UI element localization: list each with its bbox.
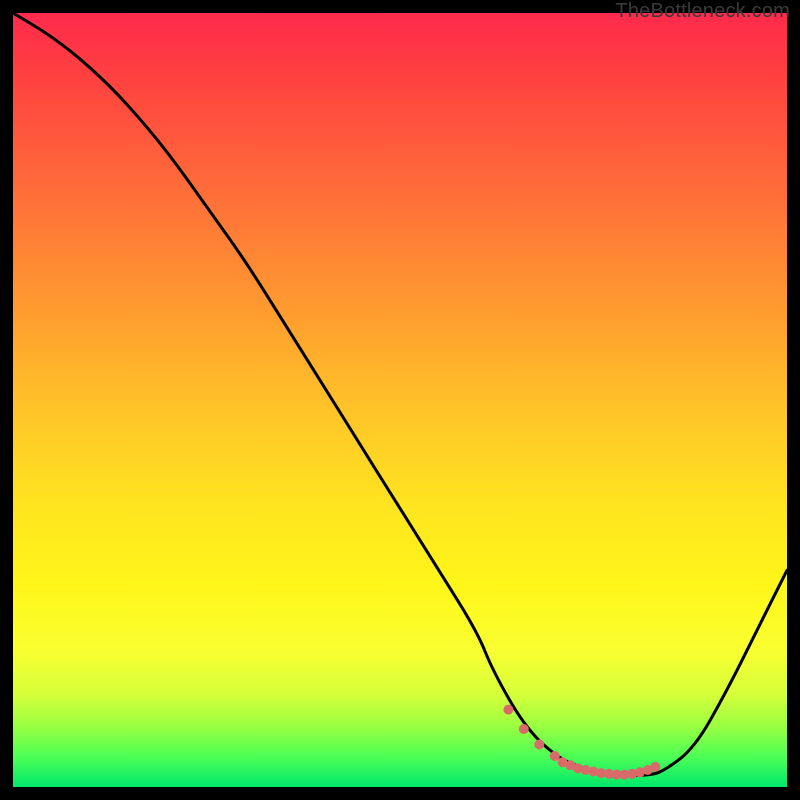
- optimal-range-markers: [503, 705, 660, 780]
- bottleneck-curve-line: [13, 13, 787, 775]
- chart-frame: [13, 13, 787, 787]
- marker-dot: [519, 724, 529, 734]
- marker-dot: [534, 739, 544, 749]
- chart-svg: [13, 13, 787, 787]
- marker-dot: [503, 705, 513, 715]
- marker-dot: [650, 762, 660, 772]
